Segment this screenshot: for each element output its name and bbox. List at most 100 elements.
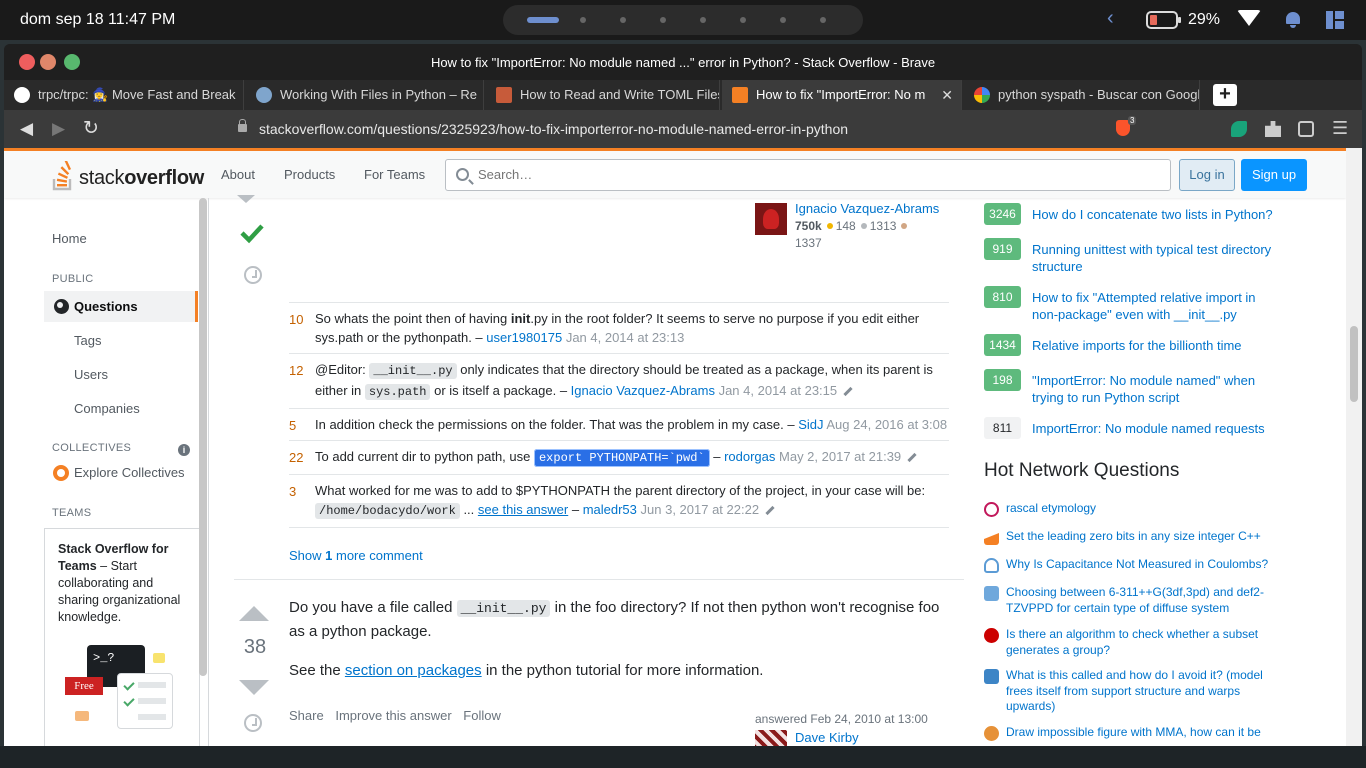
hot-network-question-title[interactable]: Is there an algorithm to check whether a…	[1006, 627, 1276, 658]
tray-expand-icon[interactable]: ‹	[1107, 7, 1114, 31]
hot-network-question-title[interactable]: Draw impossible figure with MMA, how can…	[1006, 725, 1276, 741]
menu-icon[interactable]: ☰	[1332, 119, 1348, 137]
comment-date[interactable]: Jun 3, 2017 at 22:22	[641, 502, 760, 517]
comment-date[interactable]: Jan 4, 2014 at 23:13	[566, 330, 685, 345]
workspace-dot[interactable]	[820, 17, 826, 23]
avatar[interactable]	[755, 203, 787, 235]
upvote-button[interactable]	[239, 606, 269, 621]
lock-icon[interactable]	[238, 119, 247, 132]
sidebar-item-home[interactable]: Home	[52, 231, 87, 246]
comment-user-link[interactable]: maledr53	[583, 502, 637, 517]
tab-stackoverflow[interactable]: How to fix "ImportError: No m ✕	[722, 80, 962, 110]
notifications-bell-icon[interactable]	[1284, 10, 1302, 28]
nav-about[interactable]: About	[221, 167, 255, 182]
battery-icon[interactable]	[1146, 11, 1181, 29]
history-icon[interactable]	[244, 266, 262, 284]
user-name[interactable]: Ignacio Vazquez-Abrams	[795, 201, 939, 216]
reload-icon[interactable]: ↻	[83, 117, 99, 140]
inline-code-selected[interactable]: export PYTHONPATH=`pwd`	[533, 449, 710, 467]
linked-question[interactable]: 1434 Relative imports for the billionth …	[984, 334, 1284, 364]
linked-question[interactable]: 811 ImportError: No module named request…	[984, 417, 1284, 447]
workspace-dot[interactable]	[700, 17, 706, 23]
linked-question[interactable]: 810 How to fix "Attempted relative impor…	[984, 286, 1284, 326]
downvote-button[interactable]	[239, 680, 269, 695]
url-bar[interactable]: stackoverflow.com/questions/2325923/how-…	[226, 115, 1106, 143]
workspace-dot[interactable]	[620, 17, 626, 23]
linked-question-title[interactable]: "ImportError: No module named" when tryi…	[1032, 372, 1282, 406]
follow-link[interactable]: Follow	[463, 708, 501, 723]
downvote-button[interactable]	[237, 195, 255, 203]
workspace-active-indicator[interactable]	[527, 17, 559, 23]
workspace-dot[interactable]	[780, 17, 786, 23]
os-clock[interactable]: dom sep 18 11:47 PM	[20, 11, 175, 29]
nav-products[interactable]: Products	[284, 167, 335, 182]
tab-toml[interactable]: How to Read and Write TOML Files	[486, 80, 720, 110]
edited-pencil-icon[interactable]	[907, 452, 917, 463]
linked-question[interactable]: 919 Running unittest with typical test d…	[984, 238, 1284, 278]
comment-date[interactable]: Jan 4, 2014 at 23:15	[719, 383, 838, 398]
search-input[interactable]	[478, 167, 1158, 182]
linked-question-title[interactable]: Relative imports for the billionth time	[1032, 337, 1282, 354]
sidebar-item-tags[interactable]: Tags	[74, 333, 101, 348]
show-more-comments-link[interactable]: Show 1 more comment	[289, 548, 423, 563]
nav-for-teams[interactable]: For Teams	[364, 167, 425, 182]
hot-network-question-title[interactable]: Choosing between 6-311++G(3df,3pd) and d…	[1006, 585, 1276, 616]
edited-pencil-icon[interactable]	[765, 505, 775, 516]
edited-pencil-icon[interactable]	[843, 386, 853, 397]
tab-realpython[interactable]: Working With Files in Python – Re	[246, 80, 484, 110]
tab-google[interactable]: python syspath - Buscar con Googl	[964, 80, 1200, 110]
sidebar-item-companies[interactable]: Companies	[74, 401, 140, 416]
sidebar-item-users[interactable]: Users	[74, 367, 108, 382]
sidebar-scrollbar[interactable]	[199, 198, 207, 676]
extension-icon[interactable]	[1231, 121, 1247, 137]
tab-trpc[interactable]: trpc/trpc: 🧙‍♀️ Move Fast and Break	[4, 80, 244, 110]
wifi-icon[interactable]	[1237, 10, 1261, 26]
sidebar-item-explore-collectives[interactable]: Explore Collectives	[74, 465, 185, 480]
comment-user-link[interactable]: Ignacio Vazquez-Abrams	[571, 383, 715, 398]
share-link[interactable]: Share	[289, 708, 324, 723]
wallet-icon[interactable]	[1298, 121, 1314, 137]
improve-answer-link[interactable]: Improve this answer	[335, 708, 451, 723]
hot-network-question-title[interactable]: Set the leading zero bits in any size in…	[1006, 529, 1276, 545]
comment-link[interactable]: see this answer	[478, 502, 568, 517]
info-icon[interactable]: i	[178, 444, 190, 456]
comment-user-link[interactable]: user1980175	[486, 330, 562, 345]
linked-question-title[interactable]: ImportError: No module named requests	[1032, 420, 1282, 437]
signup-button[interactable]: Sign up	[1241, 159, 1307, 191]
workspace-dot[interactable]	[660, 17, 666, 23]
new-tab-button[interactable]: +	[1213, 84, 1237, 106]
comment-user-link[interactable]: rodorgas	[724, 449, 775, 464]
back-icon[interactable]: ◀	[20, 119, 33, 139]
linked-question-title[interactable]: Running unittest with typical test direc…	[1032, 241, 1282, 275]
packages-link[interactable]: section on packages	[345, 662, 482, 679]
sidebar-panel-icon[interactable]	[1326, 11, 1344, 29]
user-name[interactable]: Dave Kirby	[795, 730, 859, 745]
comment-user-link[interactable]: SidJ	[798, 417, 823, 432]
workspace-dot[interactable]	[740, 17, 746, 23]
answered-timestamp[interactable]: answered Feb 24, 2010 at 13:00	[755, 712, 928, 726]
hot-network-question-title[interactable]: What is this called and how do I avoid i…	[1006, 668, 1276, 715]
forward-icon[interactable]: ▶	[52, 119, 65, 139]
close-tab-icon[interactable]: ✕	[941, 80, 953, 110]
linked-question[interactable]: 3246 How do I concatenate two lists in P…	[984, 203, 1284, 233]
login-button[interactable]: Log in	[1179, 159, 1235, 191]
site-search[interactable]	[445, 159, 1171, 191]
comment-date[interactable]: May 2, 2017 at 21:39	[779, 449, 901, 464]
hot-network-question-title[interactable]: rascal etymology	[1006, 501, 1276, 517]
workspace-dot[interactable]	[580, 17, 586, 23]
history-icon[interactable]	[244, 714, 262, 732]
hot-network-question-title[interactable]: Why Is Capacitance Not Measured in Coulo…	[1006, 557, 1276, 573]
linked-question-title[interactable]: How to fix "Attempted relative import in…	[1032, 289, 1282, 323]
sidebar-item-questions[interactable]: Questions	[44, 291, 198, 322]
linked-question-title[interactable]: How do I concatenate two lists in Python…	[1032, 206, 1282, 223]
comment-date[interactable]: Aug 24, 2016 at 3:08	[826, 417, 947, 432]
extensions-puzzle-icon[interactable]	[1265, 121, 1281, 137]
url-text[interactable]: stackoverflow.com/questions/2325923/how-…	[259, 121, 848, 137]
linked-question-score: 919	[984, 238, 1021, 260]
page-scrollbar[interactable]	[1346, 148, 1362, 746]
page-scrollbar-thumb[interactable]	[1350, 326, 1358, 402]
linked-question[interactable]: 198 "ImportError: No module named" when …	[984, 369, 1284, 409]
teams-promo[interactable]: Stack Overflow for Teams – Start collabo…	[44, 528, 200, 746]
workspace-switcher[interactable]	[503, 5, 863, 35]
avatar[interactable]	[755, 730, 787, 746]
